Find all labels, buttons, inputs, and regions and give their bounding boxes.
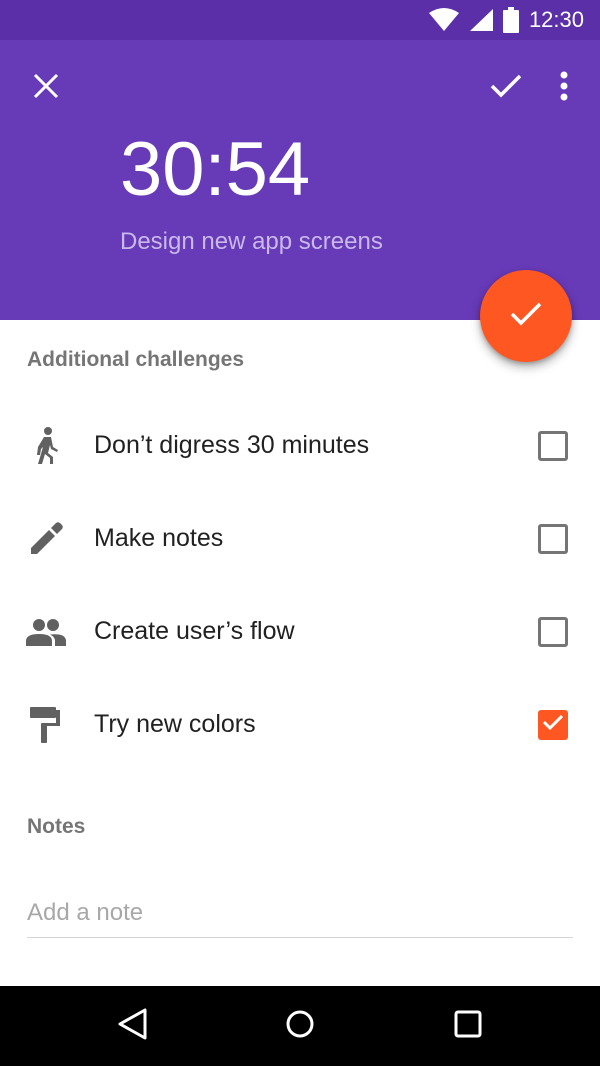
challenge-checkbox[interactable] — [538, 523, 568, 554]
challenge-row[interactable]: Make notes — [0, 492, 600, 585]
challenge-checkbox[interactable] — [538, 430, 568, 461]
home-icon — [285, 1009, 315, 1044]
challenge-checkbox[interactable] — [538, 616, 568, 647]
battery-icon — [502, 7, 519, 33]
status-time: 12:30 — [528, 7, 584, 32]
note-input[interactable] — [27, 888, 573, 938]
more-options-button[interactable] — [544, 68, 584, 108]
task-title: Design new app screens — [120, 228, 383, 255]
confirm-button[interactable] — [482, 68, 530, 108]
check-icon — [490, 73, 522, 104]
challenge-label: Make notes — [94, 524, 224, 552]
signal-icon — [469, 8, 493, 32]
wifi-icon — [428, 8, 459, 32]
people-icon — [26, 612, 66, 652]
challenge-label: Create user’s flow — [94, 617, 295, 645]
challenge-label: Try new colors — [94, 710, 256, 738]
challenge-row[interactable]: Try new colors — [0, 678, 600, 771]
walk-icon — [26, 426, 66, 466]
challenge-label: Don’t digress 30 minutes — [94, 431, 370, 459]
complete-fab-button[interactable] — [480, 270, 572, 362]
check-icon — [542, 714, 564, 735]
back-button[interactable] — [110, 1004, 154, 1048]
home-button[interactable] — [278, 1004, 322, 1048]
recents-button[interactable] — [446, 1004, 490, 1048]
challenge-checkbox[interactable] — [538, 709, 568, 740]
system-nav-bar — [0, 986, 600, 1066]
back-icon — [116, 1007, 148, 1046]
more-vert-icon — [559, 71, 569, 106]
pencil-icon — [26, 519, 66, 559]
close-button[interactable] — [22, 68, 70, 108]
check-icon — [510, 302, 542, 331]
challenges-section-title: Additional challenges — [27, 348, 245, 371]
recents-icon — [454, 1010, 482, 1043]
challenge-row[interactable]: Don’t digress 30 minutes — [0, 399, 600, 492]
challenge-row[interactable]: Create user’s flow — [0, 585, 600, 678]
paint-roller-icon — [26, 705, 66, 745]
close-icon — [33, 73, 59, 104]
status-bar: 12:30 — [0, 0, 600, 40]
notes-section-title: Notes — [27, 815, 86, 838]
timer-display: 30:54 — [120, 127, 311, 212]
